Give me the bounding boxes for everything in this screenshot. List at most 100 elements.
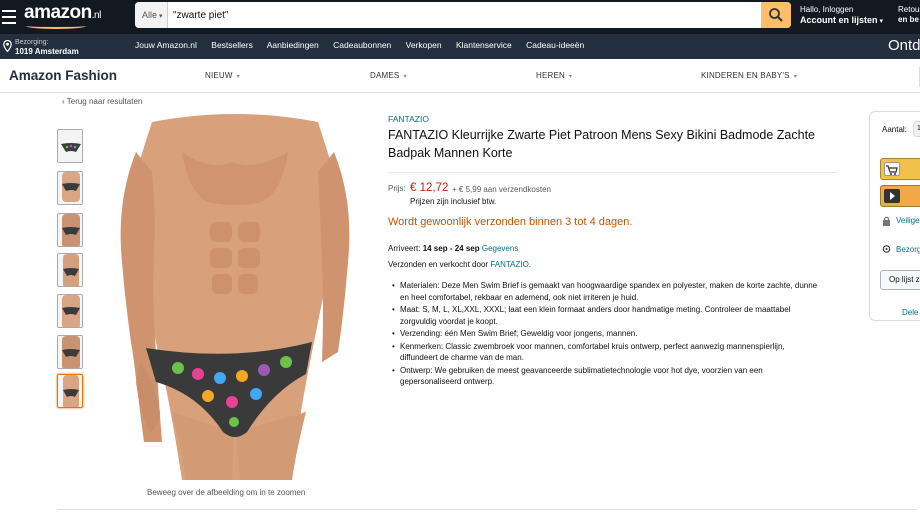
fashion-nav-women[interactable]: DAMES ▾	[370, 71, 407, 80]
thumbnail-image[interactable]	[57, 171, 83, 205]
nav-links: Jouw Amazon.nl Bestsellers Aanbiedingen …	[135, 40, 596, 50]
back-to-results-link[interactable]: ‹ Terug naar resultaten	[62, 97, 142, 106]
product-title: FANTAZIO Kleurrijke Zwarte Piet Patroon …	[388, 128, 816, 160]
thumbnail-image[interactable]	[57, 335, 83, 369]
returns-line1: Retour	[898, 5, 920, 14]
cart-icon	[884, 162, 900, 176]
nav-link-customer-service[interactable]: Klantenservice	[456, 40, 512, 50]
feature-bullet: Ontwerp: We gebruiken de meest geavancee…	[392, 365, 824, 388]
thumbnail-model-image	[58, 172, 82, 204]
chevron-down-icon: ▾	[569, 74, 573, 80]
thumbnail-model-image	[58, 375, 82, 407]
search-button[interactable]	[761, 2, 791, 28]
brand-link[interactable]: FANTAZIO	[388, 114, 429, 124]
location-pin-icon	[882, 245, 891, 253]
thumbnail-model-image	[58, 336, 82, 368]
fashion-nav-label: NIEUW	[205, 71, 233, 80]
nav-link-your-amazon[interactable]: Jouw Amazon.nl	[135, 40, 197, 50]
location-pin-icon	[3, 40, 12, 52]
divider	[57, 509, 917, 510]
secure-transaction-link[interactable]: Veilige	[882, 216, 920, 226]
vat-note: Prijzen zijn inclusief btw.	[410, 197, 497, 206]
feature-bullets: Materialen: Deze Men Swim Brief is gemaa…	[392, 280, 824, 389]
nav-link-gift-ideas[interactable]: Cadeau-ideeën	[526, 40, 584, 50]
thumbnail-image[interactable]	[57, 213, 83, 247]
search-icon	[769, 8, 783, 22]
nav-link-sell[interactable]: Verkopen	[406, 40, 442, 50]
chevron-down-icon: ▾	[159, 13, 163, 20]
search-category-dropdown[interactable]: Alle ▾	[135, 2, 168, 28]
fashion-nav-label: KINDEREN EN BABY'S	[701, 71, 790, 80]
quantity-select[interactable]: 1	[913, 121, 920, 137]
hamburger-menu-icon[interactable]	[0, 6, 18, 28]
share-link[interactable]: Dele	[902, 308, 918, 317]
search-category-label: Alle	[142, 10, 158, 20]
thumbnail-image-selected[interactable]	[57, 374, 83, 408]
fashion-nav-men[interactable]: HEREN ▾	[536, 71, 572, 80]
account-menu[interactable]: Hallo, Inloggen Account en lijsten ▾	[800, 5, 883, 27]
logo-tld: .nl	[91, 10, 102, 21]
thumbnail-image[interactable]	[57, 129, 83, 163]
logo-smile-icon	[26, 23, 86, 29]
add-to-list-button[interactable]: Op lijst z	[880, 270, 920, 290]
availability-text: Wordt gewoonlijk verzonden binnen 3 tot …	[388, 216, 633, 228]
secondary-navigation-bar: Bezorging: 1019 Amsterdam Jouw Amazon.nl…	[0, 34, 920, 59]
delivery-city: 1019 Amsterdam	[15, 47, 79, 56]
logo-text: amazon	[24, 2, 92, 23]
arrives-dates: 14 sep - 24 sep	[422, 244, 480, 253]
sold-by: Verzonden en verkocht door FANTAZIO.	[388, 260, 531, 269]
fashion-nav-new[interactable]: NIEUW ▾	[205, 71, 240, 80]
nav-link-bestsellers[interactable]: Bestsellers	[211, 40, 253, 50]
fashion-nav-label: DAMES	[370, 71, 400, 80]
top-navigation-bar: amazon.nl Alle▾ Hallo, Inloggen Account …	[0, 0, 920, 34]
secure-label: Veilige	[896, 216, 920, 225]
thumbnail-model-image	[58, 214, 82, 246]
thumbnail-image[interactable]	[57, 253, 83, 287]
feature-bullet: Verzending: één Men Swim Brief; Geweldig…	[392, 328, 824, 340]
play-icon	[884, 189, 900, 203]
chevron-down-icon: ▾	[877, 18, 883, 25]
amazon-logo[interactable]: amazon.nl	[24, 2, 102, 29]
seller-link[interactable]: FANTAZIO	[490, 260, 529, 269]
fashion-subnav: Amazon Fashion NIEUW ▾ DAMES ▾ HEREN ▾ KIND…	[0, 59, 920, 93]
delivery-location[interactable]: Bezorging: 1019 Amsterdam	[3, 38, 79, 57]
lock-icon	[883, 216, 890, 226]
buy-now-button[interactable]	[880, 185, 920, 207]
arrives-label: Arriveert:	[388, 244, 421, 253]
divider	[388, 172, 838, 173]
delivery-label: Bezorging:	[15, 39, 49, 46]
shipping-cost: + € 5,99 aan verzendkosten	[452, 185, 551, 194]
feature-bullet: Kenmerken: Classic zwembroek voor mannen…	[392, 341, 824, 364]
delivery-details-link[interactable]: Gegevens	[482, 244, 518, 253]
feature-bullet: Materialen: Deze Men Swim Brief is gemaa…	[392, 280, 824, 303]
delivery-location-link[interactable]: Bezorg	[882, 245, 920, 254]
chevron-down-icon: ▾	[793, 74, 797, 80]
promo-banner-text[interactable]: Ontd	[888, 37, 920, 54]
thumbnail-image[interactable]	[57, 294, 83, 328]
delivery-estimate: Arriveert: 14 sep - 24 sep Gegevens	[388, 244, 518, 253]
sold-by-prefix: Verzonden en verkocht door	[388, 260, 489, 269]
chevron-down-icon: ▾	[403, 74, 407, 80]
search-input[interactable]	[173, 2, 759, 28]
product-photo-swimwear-model	[112, 112, 358, 480]
sold-by-suffix: .	[528, 260, 532, 269]
returns-orders-link[interactable]: Retour en be	[898, 5, 920, 25]
search-bar: Alle ▾	[135, 2, 791, 28]
nav-link-deals[interactable]: Aanbiedingen	[267, 40, 319, 50]
price-label: Prijs:	[388, 184, 406, 193]
main-product-image[interactable]	[112, 112, 358, 480]
fashion-store-title[interactable]: Amazon Fashion	[9, 68, 117, 83]
account-lists-label: Account en lijsten	[800, 15, 878, 25]
account-greeting: Hallo, Inloggen	[800, 5, 854, 14]
thumbnail-swimwear-image	[58, 130, 82, 162]
thumbnail-model-image	[58, 295, 82, 327]
returns-line2: en be	[898, 15, 919, 24]
ordered-label: Bezorg	[896, 245, 920, 254]
nav-link-gift-cards[interactable]: Cadeaubonnen	[333, 40, 391, 50]
add-to-cart-button[interactable]	[880, 158, 920, 180]
thumbnail-model-image	[58, 254, 82, 286]
fashion-nav-kids[interactable]: KINDEREN EN BABY'S ▾	[701, 71, 797, 80]
fashion-nav-label: HEREN	[536, 71, 566, 80]
chevron-down-icon: ▾	[236, 74, 240, 80]
feature-bullet: Maat: S, M, L, XL,XXL, XXXL; laat een kl…	[392, 304, 824, 327]
